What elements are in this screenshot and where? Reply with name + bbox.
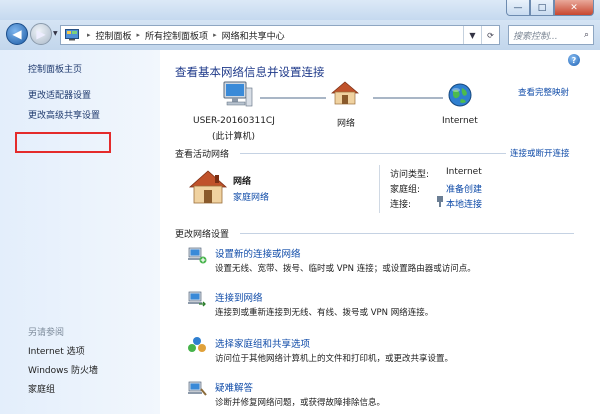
- home-network-icon: [331, 80, 359, 109]
- homegroup-sharing-icon: [187, 336, 207, 357]
- vertical-divider: [379, 165, 380, 213]
- divider: [240, 233, 574, 234]
- new-connection-icon: [187, 246, 207, 267]
- page-title: 查看基本网络信息并设置连接: [175, 65, 325, 79]
- task-new-connection-desc: 设置无线、宽带、拨号、临时或 VPN 连接；或设置路由器或访问点。: [215, 264, 476, 274]
- see-also-heading: 另请参阅: [28, 328, 65, 338]
- change-settings-heading: 更改网络设置: [175, 230, 230, 240]
- node-network-label: 网络: [337, 119, 356, 129]
- node-internet-label: Internet: [442, 116, 478, 126]
- ethernet-icon: [436, 196, 444, 210]
- close-button[interactable]: ✕: [554, 0, 594, 16]
- connection-line: [260, 97, 326, 99]
- homegroup-label: 家庭组:: [390, 185, 421, 195]
- sidebar-item-control-panel-home[interactable]: 控制面板主页: [28, 62, 82, 75]
- connect-network-icon: [187, 290, 207, 311]
- content-area: 控制面板主页 更改适配器设置 更改高级共享设置 另请参阅 Internet 选项…: [0, 50, 600, 414]
- access-type-value: Internet: [446, 167, 482, 177]
- computer-icon: [221, 80, 253, 113]
- help-icon[interactable]: ?: [568, 54, 580, 66]
- task-troubleshoot-desc: 诊断并修复网络问题，或获得故障排除信息。: [215, 398, 386, 408]
- network-type-link[interactable]: 家庭网络: [233, 190, 269, 203]
- homegroup-link[interactable]: 准备创建: [446, 182, 482, 195]
- task-new-connection-link[interactable]: 设置新的连接或网络: [215, 246, 301, 260]
- minimize-button[interactable]: —: [506, 0, 530, 16]
- access-type-label: 访问类型:: [390, 170, 430, 180]
- breadcrumb: ▸ 控制面板 ▸ 所有控制面板项 ▸ 网络和共享中心: [82, 29, 285, 42]
- sidebar-item-change-advanced-sharing[interactable]: 更改高级共享设置: [28, 108, 100, 121]
- node-computer-sublabel: (此计算机): [212, 132, 256, 142]
- back-button[interactable]: ◀: [6, 23, 28, 45]
- title-bar: — □ ✕: [0, 0, 600, 20]
- control-panel-icon: [64, 28, 80, 42]
- sidebar-item-windows-firewall[interactable]: Windows 防火墙: [28, 363, 98, 376]
- maximize-button[interactable]: □: [530, 0, 554, 16]
- chevron-right-icon[interactable]: ▸: [87, 31, 91, 39]
- task-troubleshoot-link[interactable]: 疑难解答: [215, 380, 253, 394]
- task-homegroup-link[interactable]: 选择家庭组和共享选项: [215, 336, 310, 350]
- window-controls: — □ ✕: [506, 0, 594, 16]
- sidebar: 控制面板主页 更改适配器设置 更改高级共享设置 另请参阅 Internet 选项…: [0, 50, 160, 414]
- home-network-large-icon: [188, 169, 228, 208]
- divider: [240, 153, 506, 154]
- breadcrumb-item-control-panel[interactable]: 控制面板: [96, 29, 132, 42]
- task-connect-network-desc: 连接到或重新连接到无线、有线、拨号或 VPN 网络连接。: [215, 308, 434, 318]
- connect-disconnect-link[interactable]: 连接或断开连接: [510, 147, 570, 159]
- navigation-bar: ◀ ▶ ▼ ▸ 控制面板 ▸ 所有控制面板项 ▸ 网络和共享中心 ▼ ⟳ 搜索控…: [0, 20, 600, 50]
- sidebar-item-change-adapter[interactable]: 更改适配器设置: [28, 88, 91, 101]
- address-actions: ▼ ⟳: [463, 26, 499, 44]
- address-dropdown-button[interactable]: ▼: [463, 26, 481, 44]
- sidebar-item-internet-options[interactable]: Internet 选项: [28, 344, 85, 357]
- local-connection-link[interactable]: 本地连接: [446, 197, 482, 210]
- view-full-map-link[interactable]: 查看完整映射: [518, 86, 569, 98]
- arrow-left-icon: ◀: [12, 27, 22, 41]
- connection-line: [373, 97, 443, 99]
- breadcrumb-item-all-items[interactable]: 所有控制面板项: [145, 29, 208, 42]
- address-bar[interactable]: ▸ 控制面板 ▸ 所有控制面板项 ▸ 网络和共享中心 ▼ ⟳: [60, 25, 500, 45]
- troubleshoot-icon: [187, 380, 207, 401]
- highlight-box: [15, 132, 111, 153]
- network-name: 网络: [233, 177, 252, 187]
- active-networks-heading: 查看活动网络: [175, 150, 230, 160]
- arrow-right-icon: ▶: [36, 27, 46, 41]
- search-icon[interactable]: ⌕: [584, 30, 589, 40]
- chevron-right-icon[interactable]: ▸: [137, 31, 141, 39]
- search-placeholder: 搜索控制...: [513, 31, 558, 42]
- recent-pages-dropdown[interactable]: ▼: [53, 30, 58, 37]
- task-connect-network-link[interactable]: 连接到网络: [215, 290, 263, 304]
- forward-button[interactable]: ▶: [30, 23, 52, 45]
- internet-globe-icon: [447, 82, 473, 111]
- sidebar-item-homegroup[interactable]: 家庭组: [28, 382, 55, 395]
- chevron-right-icon[interactable]: ▸: [213, 31, 217, 39]
- task-homegroup-desc: 访问位于其他网络计算机上的文件和打印机，或更改共享设置。: [215, 354, 454, 364]
- connection-label: 连接:: [390, 200, 412, 210]
- breadcrumb-item-network-center[interactable]: 网络和共享中心: [222, 29, 285, 42]
- search-input[interactable]: 搜索控制... ⌕: [508, 25, 594, 45]
- node-computer-label: USER-20160311CJ: [193, 116, 275, 126]
- refresh-icon[interactable]: ⟳: [481, 26, 499, 44]
